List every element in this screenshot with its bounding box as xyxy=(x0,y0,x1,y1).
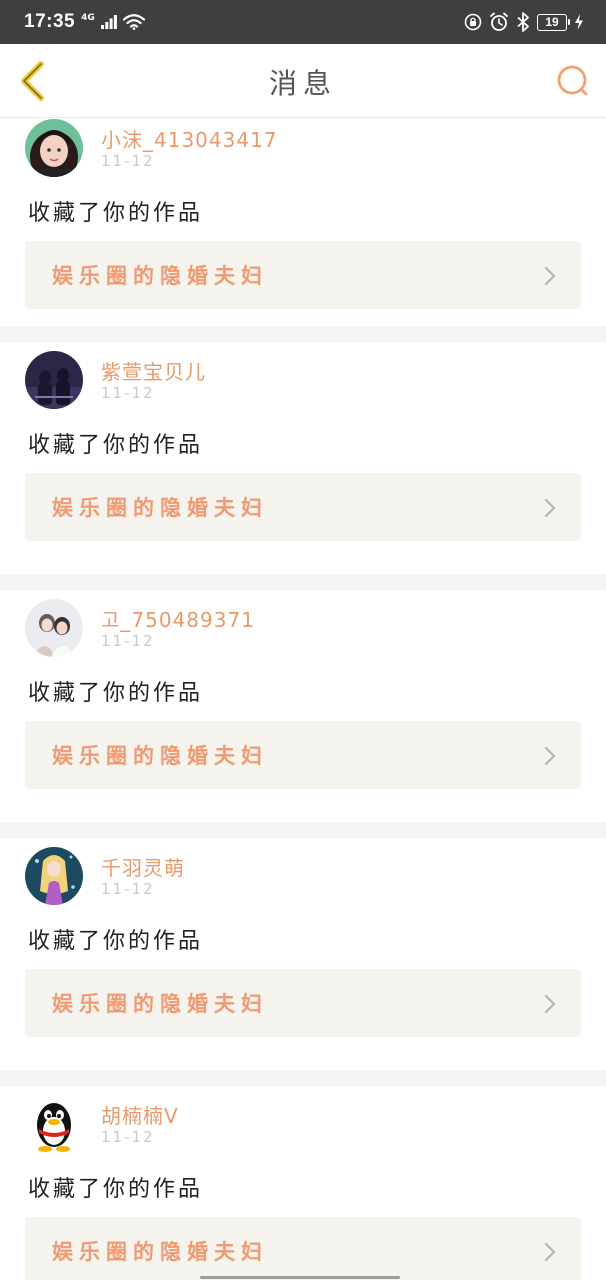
search-button[interactable] xyxy=(554,62,592,100)
wifi-icon xyxy=(122,14,145,30)
top-nav-bar: 消息 xyxy=(0,44,606,118)
chevron-right-icon xyxy=(544,994,556,1014)
status-right: 19 xyxy=(464,12,584,32)
action-text: 收藏了你的作品 xyxy=(28,929,204,954)
work-link[interactable]: 娱乐圈的隐婚夫妇 xyxy=(25,1217,581,1280)
user-name[interactable]: 小沫_413043417 xyxy=(101,124,278,153)
user-avatar[interactable] xyxy=(25,351,83,409)
message-card[interactable]: 小沫_413043417 11-12 收藏了你的作品 娱乐圈的隐婚夫妇 xyxy=(0,118,606,326)
avatar-girl-photo-icon xyxy=(25,119,83,177)
action-text: 收藏了你的作品 xyxy=(28,1177,204,1202)
qq-penguin-icon xyxy=(37,1103,71,1152)
message-card[interactable]: 千羽灵萌 11-12 收藏了你的作品 娱乐圈的隐婚夫妇 xyxy=(0,838,606,1070)
alarm-icon xyxy=(490,12,508,31)
section-divider xyxy=(0,822,606,838)
page-title: 消息 xyxy=(268,67,337,100)
user-name[interactable]: 고_750489371 xyxy=(101,604,255,633)
chevron-right-icon xyxy=(544,498,556,518)
action-text: 收藏了你的作品 xyxy=(28,433,204,458)
work-link[interactable]: 娱乐圈的隐婚夫妇 xyxy=(25,473,581,541)
message-list: 小沫_413043417 11-12 收藏了你的作品 娱乐圈的隐婚夫妇 紫萱宝贝… xyxy=(0,118,606,1280)
work-link[interactable]: 娱乐圈的隐婚夫妇 xyxy=(25,241,581,309)
message-date: 11-12 xyxy=(101,632,155,650)
status-time: 17:35 xyxy=(24,11,76,32)
message-card[interactable]: 胡楠楠V 11-12 收藏了你的作品 娱乐圈的隐婚夫妇 xyxy=(0,1086,606,1280)
message-card[interactable]: 紫萱宝贝儿 11-12 收藏了你的作品 娱乐圈的隐婚夫妇 xyxy=(0,342,606,574)
chevron-right-icon xyxy=(544,1242,556,1262)
work-link[interactable]: 娱乐圈的隐婚夫妇 xyxy=(25,969,581,1037)
avatar-couple-light-icon xyxy=(25,599,83,657)
work-title: 娱乐圈的隐婚夫妇 xyxy=(52,744,268,768)
network-type-label: 4G xyxy=(81,12,95,23)
work-title: 娱乐圈的隐婚夫妇 xyxy=(52,1240,268,1264)
work-title: 娱乐圈的隐婚夫妇 xyxy=(52,264,268,288)
chevron-right-icon xyxy=(544,266,556,286)
search-icon xyxy=(557,65,588,96)
work-link[interactable]: 娱乐圈的隐婚夫妇 xyxy=(25,721,581,789)
lock-rotation-icon xyxy=(464,13,482,31)
scroll-indicator[interactable] xyxy=(200,1276,400,1279)
user-avatar[interactable] xyxy=(25,599,83,657)
user-avatar[interactable] xyxy=(25,1095,83,1153)
section-divider xyxy=(0,326,606,342)
message-date: 11-12 xyxy=(101,1128,155,1146)
avatar-anime-girl-icon xyxy=(25,847,83,905)
section-divider xyxy=(0,1070,606,1086)
bluetooth-icon xyxy=(517,12,529,32)
message-card[interactable]: 고_750489371 11-12 收藏了你的作品 娱乐圈的隐婚夫妇 xyxy=(0,590,606,822)
work-title: 娱乐圈的隐婚夫妇 xyxy=(52,992,268,1016)
action-text: 收藏了你的作品 xyxy=(28,681,204,706)
status-bar: 17:35 4G 19 xyxy=(0,0,606,44)
chevron-right-icon xyxy=(544,746,556,766)
message-date: 11-12 xyxy=(101,384,155,402)
signal-icon xyxy=(100,15,117,29)
message-date: 11-12 xyxy=(101,880,155,898)
user-name[interactable]: 千羽灵萌 xyxy=(101,852,185,881)
work-title: 娱乐圈的隐婚夫妇 xyxy=(52,496,268,520)
message-date: 11-12 xyxy=(101,152,155,170)
charging-bolt-icon xyxy=(575,14,583,30)
action-text: 收藏了你的作品 xyxy=(28,201,204,226)
user-name[interactable]: 胡楠楠V xyxy=(101,1100,179,1129)
user-avatar[interactable] xyxy=(25,847,83,905)
status-left: 17:35 4G xyxy=(24,11,145,33)
section-divider xyxy=(0,574,606,590)
battery-indicator: 19 xyxy=(537,13,570,31)
user-avatar[interactable] xyxy=(25,119,83,177)
avatar-couple-dark-icon xyxy=(25,351,83,409)
user-name[interactable]: 紫萱宝贝儿 xyxy=(101,356,206,385)
